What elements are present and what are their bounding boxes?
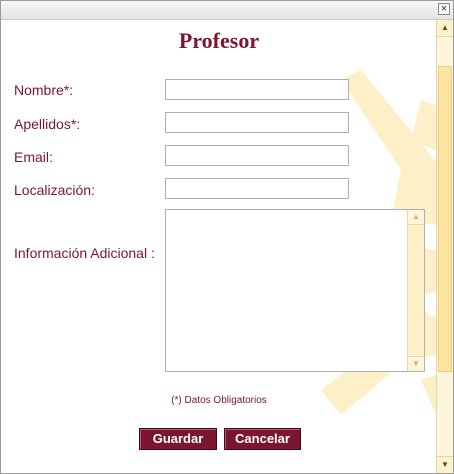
close-icon[interactable]: × xyxy=(438,3,450,15)
scroll-up-icon[interactable]: ▲ xyxy=(408,210,424,225)
nombre-label: Nombre*: xyxy=(14,82,74,98)
page-title: Profesor xyxy=(178,28,260,53)
textarea-scrollbar[interactable]: ▲ ▼ xyxy=(407,210,424,371)
email-field[interactable] xyxy=(165,145,349,166)
localizacion-label: Localización: xyxy=(14,182,95,198)
nombre-field[interactable] xyxy=(165,79,349,100)
title-bar: × xyxy=(1,1,453,20)
window-scrollbar[interactable]: ▲ ▼ xyxy=(436,20,453,473)
dialog-window: × Profesor Nombre*: Apellidos*: Email: L… xyxy=(0,0,454,474)
scrollbar-thumb[interactable] xyxy=(438,66,452,372)
scroll-down-icon[interactable]: ▼ xyxy=(408,356,424,371)
informacion-adicional-textarea[interactable]: ▲ ▼ xyxy=(165,209,425,372)
cancel-button[interactable]: Cancelar xyxy=(224,428,301,450)
required-note: (*) Datos Obligatorios xyxy=(171,395,267,406)
scroll-down-icon[interactable]: ▼ xyxy=(437,456,453,473)
scroll-up-icon[interactable]: ▲ xyxy=(437,20,453,37)
apellidos-field[interactable] xyxy=(165,112,349,133)
apellidos-label: Apellidos*: xyxy=(14,116,81,132)
save-button[interactable]: Guardar xyxy=(139,428,217,450)
localizacion-field[interactable] xyxy=(165,178,349,199)
email-label: Email: xyxy=(14,149,53,165)
informacion-adicional-label: Información Adicional : xyxy=(14,245,155,261)
dialog-content: Profesor Nombre*: Apellidos*: Email: Loc… xyxy=(1,20,437,473)
